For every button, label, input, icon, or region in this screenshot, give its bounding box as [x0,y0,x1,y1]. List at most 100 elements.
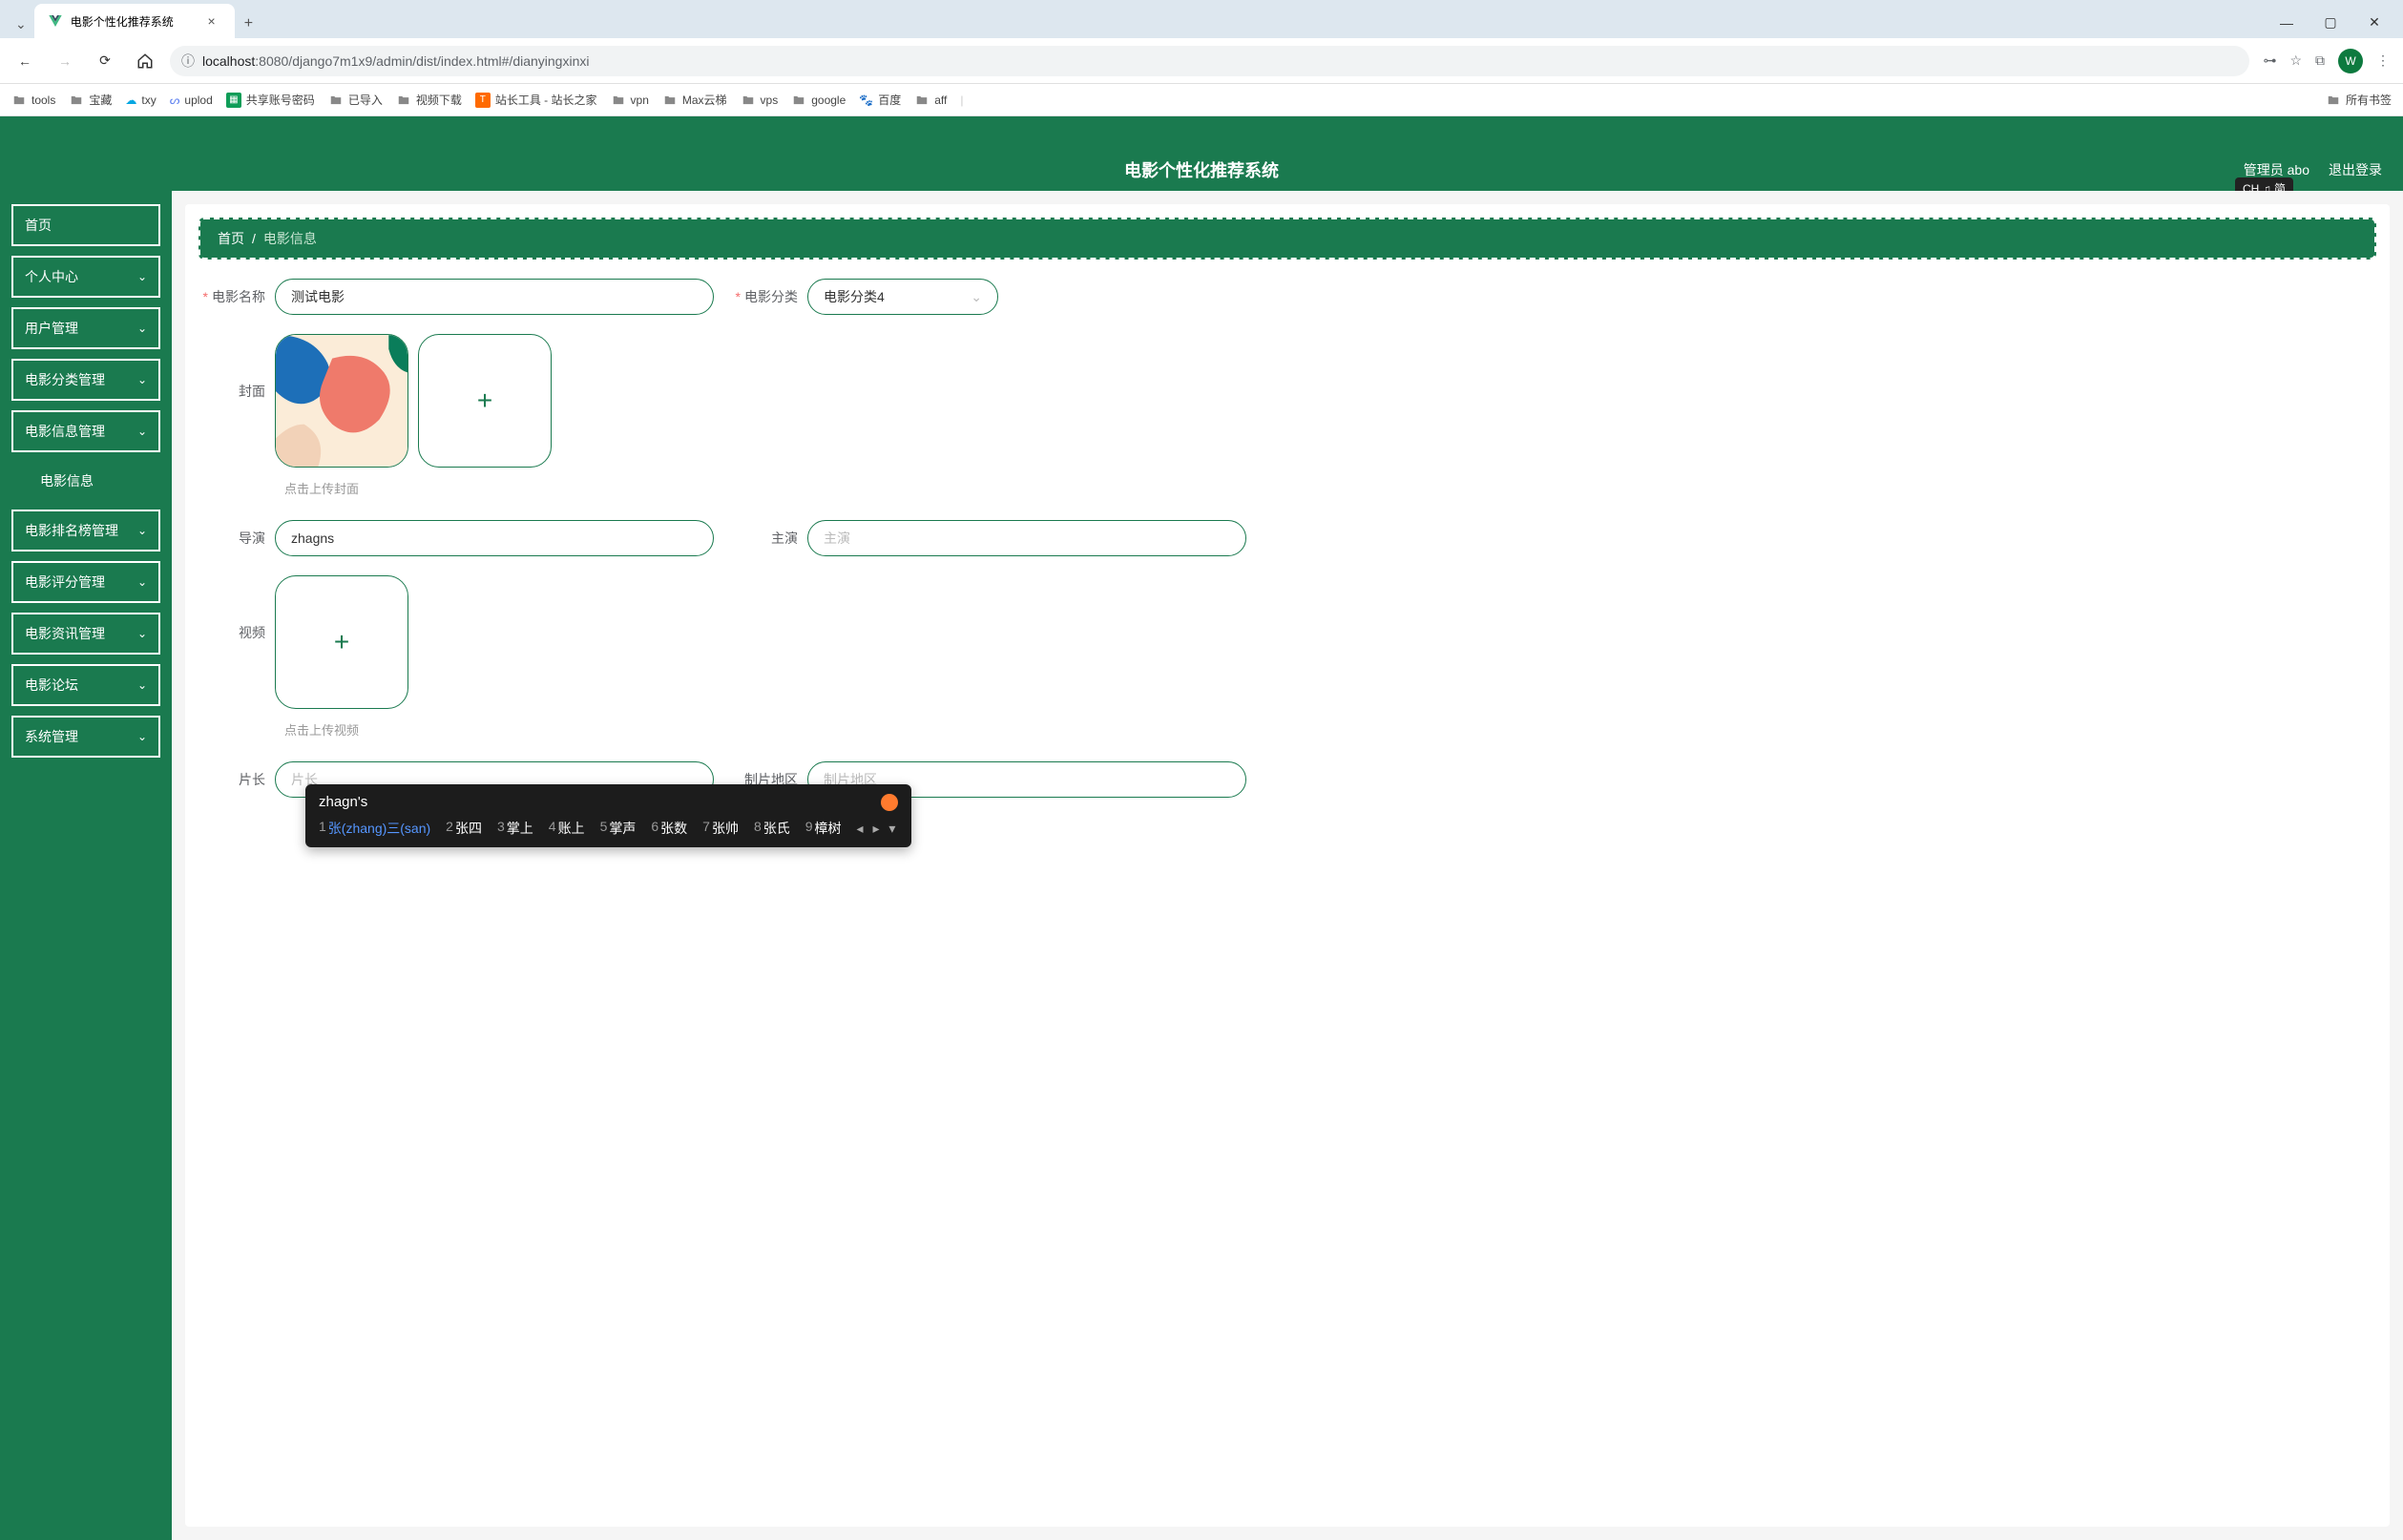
profile-avatar[interactable]: W [2338,49,2363,73]
sidebar-item-rating[interactable]: 电影评分管理⌄ [11,561,160,603]
cover-image [276,335,407,467]
ime-candidate-1[interactable]: 1张(zhang)三(san) [319,819,430,838]
movie-name-input[interactable] [275,279,714,315]
sidebar-item-users[interactable]: 用户管理⌄ [11,307,160,349]
chevron-down-icon: ⌄ [137,524,147,537]
director-input[interactable] [275,520,714,556]
home-button[interactable] [130,46,160,76]
maximize-icon[interactable]: ▢ [2317,14,2344,31]
bookmark-max-yunti[interactable]: Max云梯 [662,92,727,108]
ime-candidate-7[interactable]: 7张帅 [702,819,739,838]
bookmark-all[interactable]: 所有书签 [2326,92,2392,108]
tab-list-chevron[interactable]: ⌄ [8,10,34,38]
cover-thumbnail[interactable] [275,334,408,468]
ime-candidate-6[interactable]: 6张数 [651,819,687,838]
tab-title: 电影个性化推荐系统 [71,13,174,30]
site-info-icon[interactable]: ⓘ [181,52,195,71]
password-key-icon[interactable]: ⊶ [2263,52,2276,69]
sidebar-item-home[interactable]: 首页 [11,204,160,246]
label-movie-name: 电影名称 [199,287,275,306]
bookmark-baidu[interactable]: 🐾百度 [859,92,901,108]
minimize-icon[interactable]: — [2273,15,2300,31]
vue-icon [48,13,63,29]
chevron-down-icon: ⌄ [137,373,147,386]
logout-link[interactable]: 退出登录 [2329,160,2382,179]
url-host: localhost [202,53,255,69]
ime-tool-icon[interactable] [881,794,898,811]
reload-button[interactable]: ⟳ [90,46,120,76]
bookmark-aff[interactable]: aff [914,94,947,107]
breadcrumb-current: 电影信息 [263,229,317,248]
chevron-down-icon: ⌄ [137,270,147,283]
sidebar-item-categories[interactable]: 电影分类管理⌄ [11,359,160,401]
sidebar-item-forum[interactable]: 电影论坛⌄ [11,664,160,706]
movie-category-select[interactable]: 电影分类4 ⌄ [807,279,998,315]
plus-icon: + [334,627,349,657]
ime-candidate-4[interactable]: 4账上 [549,819,585,838]
admin-label[interactable]: 管理员 abo [2244,160,2309,179]
ime-compose-text: zhagn's [319,794,367,811]
address-bar: ← → ⟳ ⓘ localhost:8080/django7m1x9/admin… [0,38,2403,84]
label-cover: 封面 [199,334,275,401]
sidebar-item-ranking[interactable]: 电影排名榜管理⌄ [11,510,160,551]
bookmark-webmaster-tools[interactable]: T站长工具 - 站长之家 [475,92,597,108]
header-scallop [0,116,2403,149]
actor-input[interactable] [807,520,1246,556]
label-video: 视频 [199,575,275,642]
browser-menu-icon[interactable]: ⋮ [2376,52,2390,69]
ime-candidate-list: 1张(zhang)三(san) 2张四 3掌上 4账上 5掌声 6张数 7张帅 … [319,819,898,838]
bookmark-google[interactable]: google [791,94,846,107]
bookmark-vpn[interactable]: vpn [611,94,649,107]
back-button[interactable]: ← [10,46,40,76]
close-window-icon[interactable]: ✕ [2361,14,2388,31]
extensions-icon[interactable]: ⧉ [2315,52,2325,69]
bookmark-star-icon[interactable]: ☆ [2289,52,2302,69]
breadcrumb-home[interactable]: 首页 [218,229,244,248]
sidebar-item-movie-info[interactable]: 电影信息管理⌄ [11,410,160,452]
bookmark-shared-pwd[interactable]: ▦共享账号密码 [226,92,315,108]
ime-candidate-5[interactable]: 5掌声 [600,819,637,838]
ime-page-nav[interactable]: ◂ ▸ ▾ [857,821,899,837]
bookmark-txy[interactable]: ☁txy [125,94,156,107]
cover-upload-button[interactable]: + [418,334,552,468]
forward-button[interactable]: → [50,46,80,76]
chevron-down-icon: ⌄ [137,575,147,589]
ime-candidate-8[interactable]: 8张氏 [754,819,790,838]
chevron-down-icon: ⌄ [137,730,147,743]
cover-upload-hint: 点击上传封面 [284,479,2376,497]
chevron-down-icon: ⌄ [137,678,147,692]
bookmarks-bar: tools 宝藏 ☁txy ᔕuplod ▦共享账号密码 已导入 视频下载 T站… [0,84,2403,116]
bookmark-imported[interactable]: 已导入 [328,92,383,108]
bookmark-vps[interactable]: vps [741,94,779,107]
app-title: 电影个性化推荐系统 [1124,157,1279,182]
breadcrumb: 首页 / 电影信息 [199,218,2376,260]
ime-candidate-popup: zhagn's 1张(zhang)三(san) 2张四 3掌上 4账上 5掌声 … [305,784,911,847]
sidebar-item-profile[interactable]: 个人中心⌄ [11,256,160,298]
sidebar-subitem-movie-info[interactable]: 电影信息 [11,462,160,500]
browser-tab-strip: ⌄ 电影个性化推荐系统 × + — ▢ ✕ [0,0,2403,38]
label-actor: 主演 [731,529,807,548]
ime-candidate-2[interactable]: 2张四 [446,819,482,838]
ime-candidate-3[interactable]: 3掌上 [497,819,533,838]
tab-close-icon[interactable]: × [202,11,221,31]
url-input[interactable]: ⓘ localhost:8080/django7m1x9/admin/dist/… [170,46,2249,76]
window-controls: — ▢ ✕ [2273,14,2403,38]
bookmark-video-download[interactable]: 视频下载 [396,92,462,108]
browser-tab-active[interactable]: 电影个性化推荐系统 × [34,4,235,38]
bookmark-uplod[interactable]: ᔕuplod [170,94,213,107]
chevron-down-icon: ⌄ [137,627,147,640]
sidebar-item-news[interactable]: 电影资讯管理⌄ [11,613,160,655]
chevron-down-icon: ⌄ [137,425,147,438]
plus-icon: + [477,385,492,416]
sidebar-item-system[interactable]: 系统管理⌄ [11,716,160,758]
chevron-down-icon: ⌄ [137,322,147,335]
new-tab-button[interactable]: + [235,10,262,38]
label-duration: 片长 [199,770,275,789]
chevron-down-icon: ⌄ [971,289,982,305]
bookmark-baozang[interactable]: 宝藏 [69,92,112,108]
label-movie-category: 电影分类 [731,287,807,306]
bookmark-tools[interactable]: tools [11,94,55,107]
url-path: :8080/django7m1x9/admin/dist/index.html#… [255,53,589,69]
ime-candidate-9[interactable]: 9樟树 [805,819,842,838]
video-upload-button[interactable]: + [275,575,408,709]
